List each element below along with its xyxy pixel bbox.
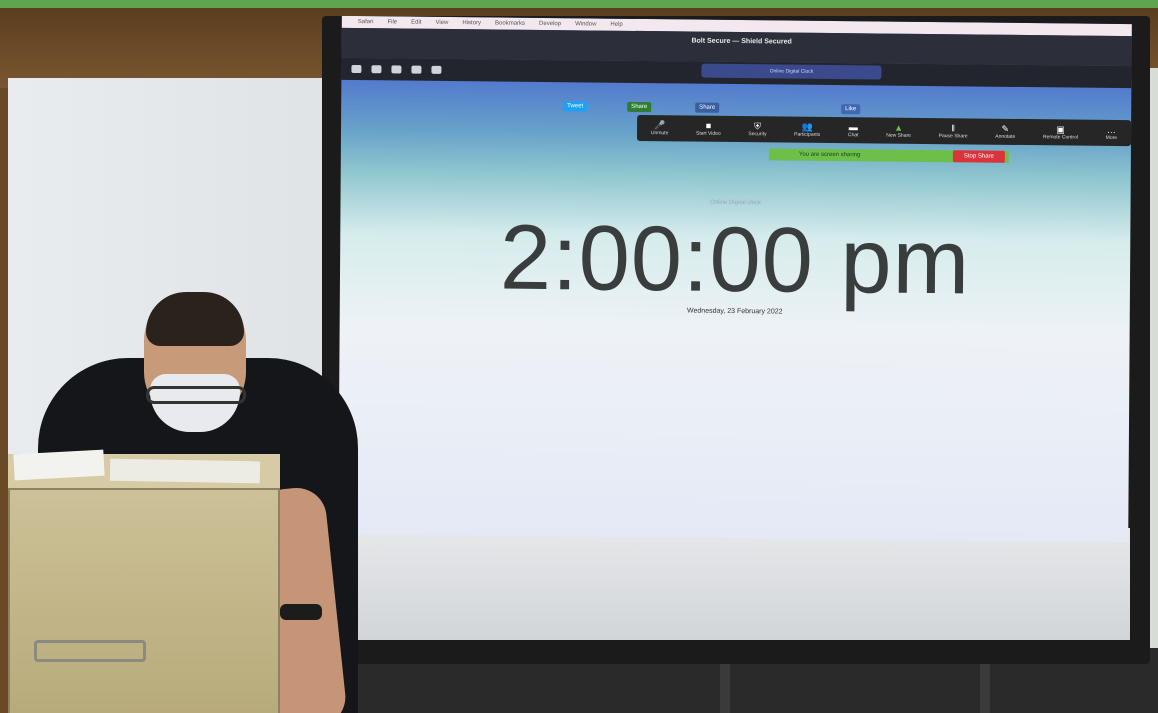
- menu-item: File: [387, 19, 398, 26]
- annotate-button: ✎ Annotate: [995, 123, 1016, 140]
- new-share-button: ▲ New Share: [886, 122, 911, 139]
- share-button-2: Share: [695, 102, 720, 113]
- projector-screen-blank-area: [342, 528, 1130, 640]
- address-bar: Online Digital Clock: [701, 63, 882, 80]
- hair: [146, 292, 244, 346]
- menu-item: Safari: [357, 19, 374, 26]
- pause-icon: ‖: [951, 123, 956, 134]
- chat-icon: ▬: [848, 122, 858, 133]
- sharing-status: You are screen sharing: [798, 151, 861, 159]
- tweet-button: Tweet: [563, 101, 588, 112]
- menu-item: Develop: [539, 20, 562, 28]
- menu-item: Bookmarks: [495, 20, 526, 27]
- more-icon: …: [1106, 124, 1116, 135]
- remote-control-button: ▣ Remote Control: [1042, 124, 1079, 141]
- start-video-button: ■ Start Video: [696, 120, 721, 137]
- screen-stand: [620, 664, 1020, 713]
- paper-seal: [109, 458, 261, 484]
- people-icon: 👥: [801, 121, 813, 132]
- bookmark-icon: [371, 65, 382, 74]
- pause-share-button: ‖ Pause Share: [938, 123, 968, 140]
- chat-button: ▬ Chat: [847, 122, 859, 139]
- pencil-icon: ✎: [1001, 123, 1010, 134]
- zoom-share-toolbar: 🎤 Unmute ■ Start Video ⛨ Security 👥 Particip…: [636, 114, 1132, 147]
- share-button: Share: [627, 101, 652, 113]
- page-title: Bolt Secure — Shield Secured: [691, 37, 792, 46]
- ballot-box: [8, 463, 280, 713]
- share-icon: ▲: [894, 122, 904, 133]
- paper-seal: [13, 449, 105, 481]
- menu-item: History: [462, 20, 482, 27]
- stand-leg: [720, 664, 730, 713]
- remote-icon: ▣: [1056, 124, 1065, 135]
- microphone-icon: 🎤: [654, 120, 666, 131]
- room-background: Safari File Edit View History Bookmarks …: [0, 8, 1158, 713]
- bookmark-icon: [351, 64, 362, 74]
- menu-item: Window: [575, 21, 597, 28]
- bookmark-icon: [411, 65, 422, 74]
- ballot-box-handle: [34, 640, 146, 662]
- wristwatch: [280, 604, 322, 620]
- participants-button: 👥 Participants: [794, 121, 821, 138]
- bookmark-icon: [431, 65, 442, 74]
- menu-item: View: [435, 19, 449, 26]
- unmute-button: 🎤 Unmute: [650, 120, 669, 137]
- menu-item: Edit: [411, 19, 422, 26]
- stand-leg: [980, 664, 990, 713]
- bookmark-icon: [391, 65, 402, 74]
- video-icon: ■: [705, 120, 712, 131]
- stop-share-button: Stop Share: [952, 150, 1005, 163]
- menu-item: Help: [610, 21, 623, 28]
- like-button: Like: [841, 104, 861, 115]
- security-button: ⛨ Security: [748, 121, 767, 138]
- digital-clock-time: 2:00:00 pm: [499, 206, 971, 314]
- shield-icon: ⛨: [754, 121, 761, 132]
- projected-display: Safari File Edit View History Bookmarks …: [338, 15, 1132, 543]
- glasses: [146, 386, 246, 404]
- hand: [274, 628, 330, 680]
- more-button: … More: [1105, 124, 1118, 141]
